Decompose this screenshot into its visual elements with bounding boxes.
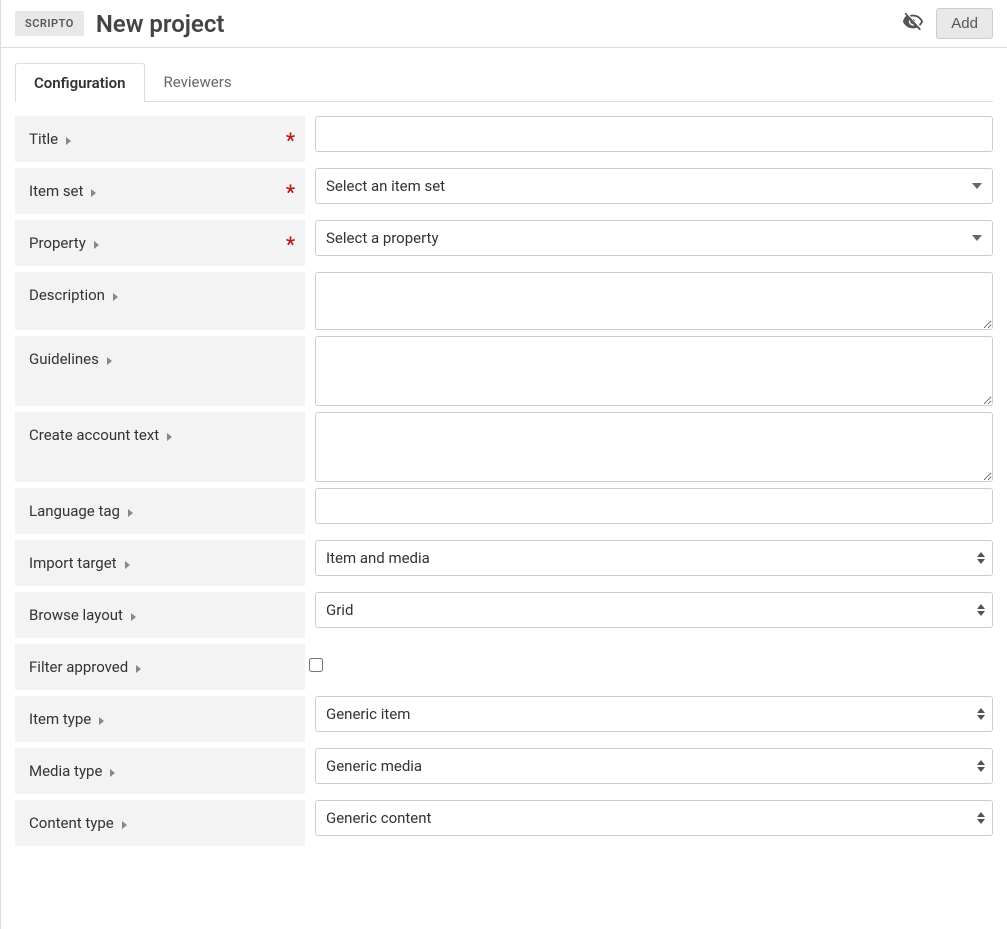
configuration-form: Title * Item set * Select an item set — [1, 102, 1007, 866]
required-icon: * — [286, 180, 295, 204]
guidelines-label: Guidelines — [29, 350, 99, 368]
description-textarea[interactable] — [315, 272, 993, 330]
field-item-set-row: Item set * Select an item set — [15, 168, 993, 214]
visibility-icon[interactable] — [902, 11, 924, 37]
chevron-down-icon — [972, 183, 982, 189]
expand-icon[interactable] — [91, 189, 96, 197]
field-guidelines-row: Guidelines — [15, 336, 993, 406]
chevron-down-icon — [972, 235, 982, 241]
title-input[interactable] — [315, 116, 993, 152]
language-tag-input[interactable] — [315, 488, 993, 524]
property-placeholder: Select a property — [326, 229, 439, 247]
page-header: SCRIPTO New project Add — [1, 0, 1007, 48]
field-title-row: Title * — [15, 116, 993, 162]
expand-icon[interactable] — [99, 717, 104, 725]
expand-icon[interactable] — [110, 769, 115, 777]
title-label: Title — [29, 130, 58, 148]
browse-layout-label: Browse layout — [29, 606, 123, 624]
expand-icon[interactable] — [136, 665, 141, 673]
expand-icon[interactable] — [94, 241, 99, 249]
expand-icon[interactable] — [66, 137, 71, 145]
description-label: Description — [29, 286, 105, 304]
field-filter-approved-row: Filter approved — [15, 644, 993, 690]
field-create-account-text-row: Create account text — [15, 412, 993, 482]
create-account-text-label: Create account text — [29, 426, 159, 444]
expand-icon[interactable] — [107, 357, 112, 365]
expand-icon[interactable] — [113, 293, 118, 301]
import-target-label: Import target — [29, 554, 117, 572]
item-type-select[interactable]: Generic item — [315, 696, 993, 732]
required-icon: * — [286, 232, 295, 256]
filter-approved-label: Filter approved — [29, 658, 128, 676]
content-type-select[interactable]: Generic content — [315, 800, 993, 836]
import-target-select[interactable]: Item and media — [315, 540, 993, 576]
expand-icon[interactable] — [128, 509, 133, 517]
expand-icon[interactable] — [125, 561, 130, 569]
guidelines-textarea[interactable] — [315, 336, 993, 406]
field-language-tag-row: Language tag — [15, 488, 993, 534]
field-media-type-row: Media type Generic media — [15, 748, 993, 794]
field-content-type-row: Content type Generic content — [15, 800, 993, 846]
item-set-placeholder: Select an item set — [326, 177, 445, 195]
expand-icon[interactable] — [131, 613, 136, 621]
item-set-label: Item set — [29, 182, 83, 200]
item-type-label: Item type — [29, 710, 91, 728]
browse-layout-select[interactable]: Grid — [315, 592, 993, 628]
filter-approved-checkbox[interactable] — [309, 658, 323, 672]
expand-icon[interactable] — [122, 821, 127, 829]
field-browse-layout-row: Browse layout Grid — [15, 592, 993, 638]
language-tag-label: Language tag — [29, 502, 120, 520]
property-label: Property — [29, 234, 86, 252]
field-item-type-row: Item type Generic item — [15, 696, 993, 742]
expand-icon[interactable] — [167, 433, 172, 441]
item-set-select[interactable]: Select an item set — [315, 168, 993, 204]
property-select[interactable]: Select a property — [315, 220, 993, 256]
field-property-row: Property * Select a property — [15, 220, 993, 266]
media-type-label: Media type — [29, 762, 102, 780]
module-badge: SCRIPTO — [15, 11, 84, 36]
content-type-label: Content type — [29, 814, 114, 832]
media-type-select[interactable]: Generic media — [315, 748, 993, 784]
tab-reviewers[interactable]: Reviewers — [145, 62, 251, 101]
create-account-text-textarea[interactable] — [315, 412, 993, 482]
field-import-target-row: Import target Item and media — [15, 540, 993, 586]
required-icon: * — [286, 128, 295, 152]
page-title: New project — [96, 10, 902, 38]
field-description-row: Description — [15, 272, 993, 330]
add-button[interactable]: Add — [936, 8, 993, 39]
tab-configuration[interactable]: Configuration — [15, 63, 145, 102]
tabs: Configuration Reviewers — [15, 62, 993, 102]
